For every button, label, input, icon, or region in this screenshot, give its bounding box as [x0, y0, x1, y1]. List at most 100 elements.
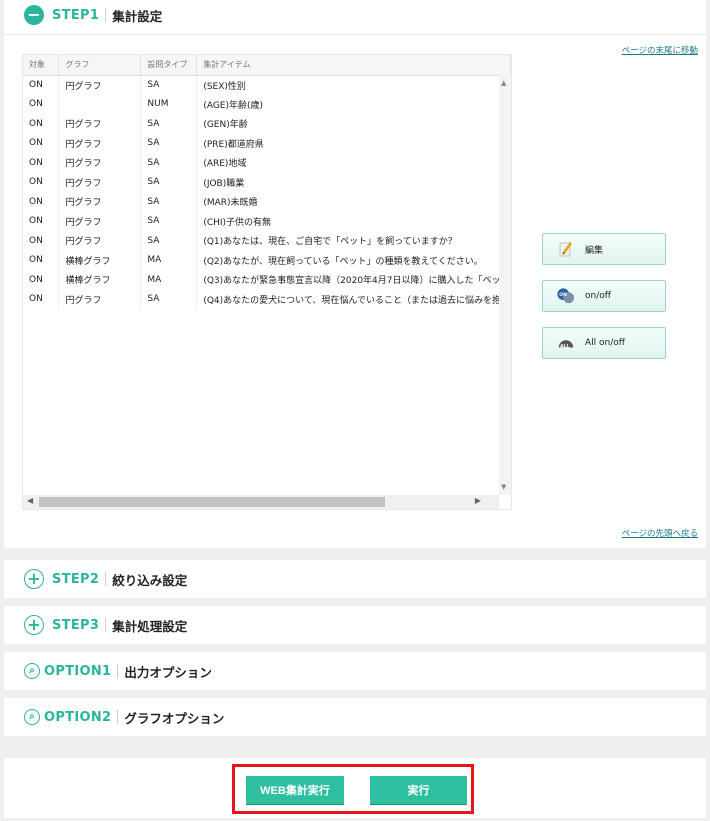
search-icon[interactable]: ⌕	[24, 663, 40, 679]
option2-panel[interactable]: ⌕ OPTION2 グラフオプション	[4, 698, 706, 736]
cell-item: (JOB)職業	[196, 172, 511, 192]
cell-item: (PRE)都道府県	[196, 133, 511, 153]
step1-label: STEP1	[52, 7, 100, 23]
step3-panel[interactable]: + STEP3 集計処理設定	[4, 606, 706, 644]
option2-title: グラフオプション	[124, 710, 225, 726]
web-run-button[interactable]: WEB集計実行	[246, 776, 344, 804]
cell-type: SA	[140, 289, 198, 309]
edit-button[interactable]: 編集	[542, 233, 666, 265]
step2-title: 絞り込み設定	[112, 572, 188, 588]
all-onoff-button-label: All on/off	[585, 338, 625, 348]
step3-label: STEP3	[52, 617, 100, 633]
cell-item: (CHI)子供の有無	[196, 211, 511, 231]
horizontal-scrollbar[interactable]: ◀ ▶	[23, 495, 499, 509]
search-icon[interactable]: ⌕	[24, 709, 40, 725]
separator	[117, 710, 119, 724]
cell-graph: 円グラフ	[58, 231, 142, 251]
table-row[interactable]: ON 円グラフ SA (SEX)性別	[23, 75, 511, 95]
divider	[4, 34, 706, 35]
col-header-item: 集計アイテム	[196, 55, 511, 76]
table-row[interactable]: ON 円グラフ SA (CHI)子供の有無	[23, 211, 511, 231]
cell-graph: 横棒グラフ	[58, 270, 142, 290]
scroll-down-icon[interactable]: ▼	[501, 483, 506, 491]
cell-item: (Q3)あなたが緊急事態宣言以降（2020年4月7日以降）に購入した「ペッ	[196, 270, 511, 290]
table-body: ON 円グラフ SA (SEX)性別 ON NUM (AGE)年齢(歳) ON 円グラフ SA (G…	[23, 75, 511, 309]
option1-panel[interactable]: ⌕ OPTION1 出力オプション	[4, 652, 706, 690]
collapse-icon[interactable]: −	[24, 5, 44, 25]
table-row[interactable]: ON 円グラフ SA (JOB)職業	[23, 172, 511, 192]
separator	[105, 8, 107, 22]
cell-target: ON	[23, 133, 60, 153]
option2-header[interactable]: ⌕ OPTION2 グラフオプション	[24, 702, 224, 732]
cell-target: ON	[23, 114, 60, 134]
scroll-up-icon[interactable]: ▲	[501, 79, 506, 87]
items-table: 対象 グラフ 設問タイプ 集計アイテム ON 円グラフ SA (SEX)性別 ON NUM…	[23, 55, 511, 309]
cell-graph: 円グラフ	[58, 153, 142, 173]
cell-item: (GEN)年齢	[196, 114, 511, 134]
jump-to-bottom-link[interactable]: ページの末尾に移動	[622, 44, 698, 56]
table-row[interactable]: ON 円グラフ SA (GEN)年齢	[23, 114, 511, 134]
onoff-button[interactable]: ON on/off	[542, 280, 666, 312]
cell-target: ON	[23, 172, 60, 192]
option1-label: OPTION1	[44, 663, 112, 679]
vertical-scrollbar[interactable]: ▲ ▼	[499, 75, 511, 495]
scroll-right-icon[interactable]: ▶	[475, 496, 481, 505]
run-button[interactable]: 実行	[370, 776, 467, 804]
cell-target: ON	[23, 94, 60, 114]
separator	[105, 572, 107, 586]
pencil-icon	[557, 240, 575, 258]
separator	[105, 618, 107, 632]
cell-item: (Q2)あなたが、現在飼っている「ペット」の種類を教えてください。	[196, 250, 511, 270]
svg-text:ON: ON	[559, 292, 567, 298]
cell-target: ON	[23, 75, 60, 95]
all-toggle-icon: ALL	[557, 334, 575, 352]
all-onoff-button[interactable]: ALL All on/off	[542, 327, 666, 359]
cell-item: (MAR)未既婚	[196, 192, 511, 212]
cell-graph: 円グラフ	[58, 172, 142, 192]
cell-target: ON	[23, 153, 60, 173]
cell-graph: 円グラフ	[58, 211, 142, 231]
step2-header[interactable]: + STEP2 絞り込み設定	[24, 564, 187, 594]
col-header-type: 設問タイプ	[140, 55, 198, 76]
option1-title: 出力オプション	[124, 664, 212, 680]
step3-header[interactable]: + STEP3 集計処理設定	[24, 610, 187, 640]
option1-header[interactable]: ⌕ OPTION1 出力オプション	[24, 656, 212, 686]
cell-type: MA	[140, 250, 198, 270]
cell-graph: 円グラフ	[58, 192, 142, 212]
cell-item: (ARE)地域	[196, 153, 511, 173]
cell-type: SA	[140, 75, 198, 95]
step2-panel[interactable]: + STEP2 絞り込み設定	[4, 560, 706, 598]
cell-graph	[58, 94, 142, 114]
cell-target: ON	[23, 231, 60, 251]
cell-type: SA	[140, 231, 198, 251]
table-row[interactable]: ON 円グラフ SA (PRE)都道府県	[23, 133, 511, 153]
cell-graph: 円グラフ	[58, 114, 142, 134]
table-row[interactable]: ON 円グラフ SA (Q1)あなたは、現在、ご自宅で「ペット」を飼っていますか？	[23, 231, 511, 251]
table-row[interactable]: ON 円グラフ SA (MAR)未既婚	[23, 192, 511, 212]
highlight-frame: WEB集計実行 実行	[232, 764, 474, 814]
step1-panel: − STEP1 集計設定 ページの末尾に移動 対象 グラフ 設問タイプ 集計アイ…	[4, 0, 706, 548]
table-row[interactable]: ON 横棒グラフ MA (Q2)あなたが、現在飼っている「ペット」の種類を教えてくださ…	[23, 250, 511, 270]
scroll-thumb[interactable]	[39, 497, 385, 507]
col-header-graph: グラフ	[58, 55, 142, 76]
cell-graph: 円グラフ	[58, 289, 142, 309]
aggregate-items-table: 対象 グラフ 設問タイプ 集計アイテム ON 円グラフ SA (SEX)性別 ON NUM…	[22, 54, 512, 510]
cell-target: ON	[23, 270, 60, 290]
cell-graph: 円グラフ	[58, 75, 142, 95]
table-row[interactable]: ON NUM (AGE)年齢(歳)	[23, 94, 511, 114]
jump-to-top-link[interactable]: ページの先頭へ戻る	[622, 527, 698, 539]
table-row[interactable]: ON 横棒グラフ MA (Q3)あなたが緊急事態宣言以降（2020年4月7日以降）に購…	[23, 270, 511, 290]
cell-type: NUM	[140, 94, 198, 114]
on-off-toggle-icon: ON	[557, 287, 575, 305]
scroll-left-icon[interactable]: ◀	[27, 496, 33, 505]
step1-header[interactable]: − STEP1 集計設定	[24, 0, 162, 30]
cell-type: SA	[140, 153, 198, 173]
table-row[interactable]: ON 円グラフ SA (ARE)地域	[23, 153, 511, 173]
expand-icon[interactable]: +	[24, 615, 44, 635]
cell-type: MA	[140, 270, 198, 290]
expand-icon[interactable]: +	[24, 569, 44, 589]
option2-label: OPTION2	[44, 709, 112, 725]
table-row[interactable]: ON 円グラフ SA (Q4)あなたの愛犬について、現在悩んでいること（または過去に悩…	[23, 289, 511, 309]
step2-label: STEP2	[52, 571, 100, 587]
cell-item: (SEX)性別	[196, 75, 511, 95]
